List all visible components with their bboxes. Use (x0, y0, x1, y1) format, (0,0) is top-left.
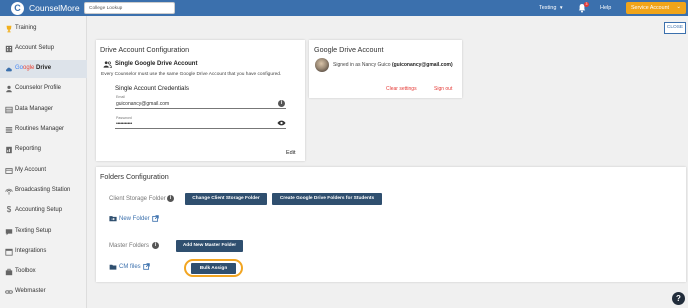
sidebar-item-label: Account Setup (15, 45, 55, 51)
brand-name: CounselMore (29, 3, 80, 13)
new-folder-link[interactable]: New Folder (119, 216, 150, 222)
folder-icon (109, 264, 117, 270)
link-icon (5, 290, 13, 294)
people-icon (103, 61, 112, 68)
bulk-assign-button[interactable]: Bulk Assign (191, 263, 236, 274)
sidebar-item-label: Texting Setup (15, 228, 52, 234)
client-storage-label: Client Storage Folder (109, 196, 166, 202)
info-icon[interactable]: i (152, 242, 159, 249)
broadcast-icon (5, 188, 13, 195)
environment-label: Testing (539, 5, 557, 11)
add-master-folder-button[interactable]: Add New Master Folder (176, 240, 243, 252)
sidebar-item-label: Google Drive (15, 65, 52, 71)
dollar-icon: $ (6, 205, 12, 214)
sidebar-item-broadcasting-station[interactable]: Broadcasting Station (0, 182, 87, 200)
avatar (315, 58, 329, 72)
sidebar-item-counselor-profile[interactable]: Counselor Profile (0, 80, 87, 98)
sidebar-item-webmaster[interactable]: Webmaster (0, 283, 87, 301)
info-icon[interactable]: i (167, 195, 174, 202)
chevron-down-icon: ⌄ (676, 4, 681, 10)
password-field-label: Password (116, 116, 132, 120)
database-icon (5, 106, 13, 114)
signed-in-text: Signed in as Nancy Guico (guiconancy@gma… (333, 62, 453, 68)
sidebar-item-label: My Account (15, 167, 47, 173)
single-account-note: Every Counselor must use the same Google… (101, 72, 282, 77)
folders-config-title: Folders Configuration (100, 172, 169, 181)
eye-icon[interactable] (277, 120, 286, 126)
sidebar-item-label: Webmaster (15, 288, 46, 294)
sidebar-item-my-account[interactable]: My Account (0, 162, 87, 180)
single-account-heading: Single Google Drive Account (115, 61, 198, 67)
password-underline (115, 128, 286, 129)
sidebar-item-label: Toolbox (15, 268, 36, 274)
college-search-input[interactable]: College Lookup (84, 2, 175, 14)
sidebar-item-accounting-setup[interactable]: $ Accounting Setup (0, 202, 87, 220)
help-fab-button[interactable]: ? (672, 292, 685, 305)
sidebar-item-label: Integrations (15, 248, 47, 254)
notification-badge: 3 (584, 2, 589, 7)
clear-settings-link[interactable]: Clear settings (386, 86, 417, 92)
chevron-down-icon: ▼ (559, 5, 564, 10)
chat-icon (5, 229, 13, 236)
app-logo[interactable]: C (11, 2, 24, 15)
sidebar-item-label: Training (15, 25, 37, 31)
email-field-label: Email (116, 95, 125, 99)
person-icon (6, 85, 12, 93)
sidebar-item-label: Data Manager (15, 106, 54, 112)
change-client-storage-button[interactable]: Change Client Storage Folder (185, 193, 267, 205)
trophy-icon (6, 25, 12, 33)
report-icon (6, 146, 12, 154)
sidebar-item-account-setup[interactable]: Account Setup (0, 40, 87, 58)
sidebar-item-training[interactable]: Training (0, 20, 87, 38)
info-icon[interactable]: i (278, 100, 285, 107)
top-navbar: C CounselMore College Lookup Testing ▼ 3… (0, 0, 688, 16)
list-icon (5, 127, 13, 133)
cloud-icon (5, 67, 12, 72)
help-link[interactable]: Help (600, 5, 611, 11)
sidebar-item-google-drive[interactable]: Google Drive (0, 60, 87, 78)
email-field[interactable]: guiconancy@gmail.com (116, 101, 169, 107)
sidebar-item-routines-manager[interactable]: Routines Manager (0, 121, 87, 139)
create-student-folders-button[interactable]: Create Google Drive Folders for Students (272, 193, 382, 205)
sidebar-item-label: Broadcasting Station (15, 187, 71, 193)
toolbox-icon (5, 268, 13, 276)
sidebar: Training Account Setup Google Drive Coun… (0, 16, 87, 308)
password-field[interactable]: ••••••••••• (116, 121, 132, 127)
sidebar-item-label: Counselor Profile (15, 85, 62, 91)
sidebar-item-texting-setup[interactable]: Texting Setup (0, 223, 87, 241)
calendar-icon (5, 248, 13, 256)
sidebar-item-reporting[interactable]: Reporting (0, 141, 87, 159)
sidebar-item-toolbox[interactable]: Toolbox (0, 263, 87, 281)
sidebar-item-label: Routines Manager (15, 126, 65, 132)
drive-config-title: Drive Account Configuration (100, 45, 190, 54)
email-underline (115, 108, 286, 109)
sidebar-item-label: Reporting (15, 146, 42, 152)
question-icon: ? (676, 294, 681, 303)
sign-out-link[interactable]: Sign out (434, 86, 452, 92)
card-icon (5, 168, 13, 174)
sidebar-item-integrations[interactable]: Integrations (0, 243, 87, 261)
building-icon (5, 45, 13, 53)
close-button[interactable]: CLOSE (664, 22, 686, 34)
master-folders-label: Master Folders (109, 243, 150, 249)
folder-arrow-icon (109, 216, 117, 222)
external-link-icon[interactable] (143, 263, 150, 270)
google-drive-account-title: Google Drive Account (314, 45, 384, 54)
external-link-icon[interactable] (152, 215, 159, 222)
edit-button[interactable]: Edit (286, 150, 295, 156)
cm-files-link[interactable]: CM files (119, 264, 141, 270)
credentials-heading: Single Account Credentials (115, 85, 189, 92)
service-account-label: Service Account (631, 5, 669, 11)
sidebar-item-label: Accounting Setup (15, 207, 63, 213)
sidebar-item-data-manager[interactable]: Data Manager (0, 101, 87, 119)
service-account-button[interactable]: Service Account ⌄ (626, 2, 686, 14)
